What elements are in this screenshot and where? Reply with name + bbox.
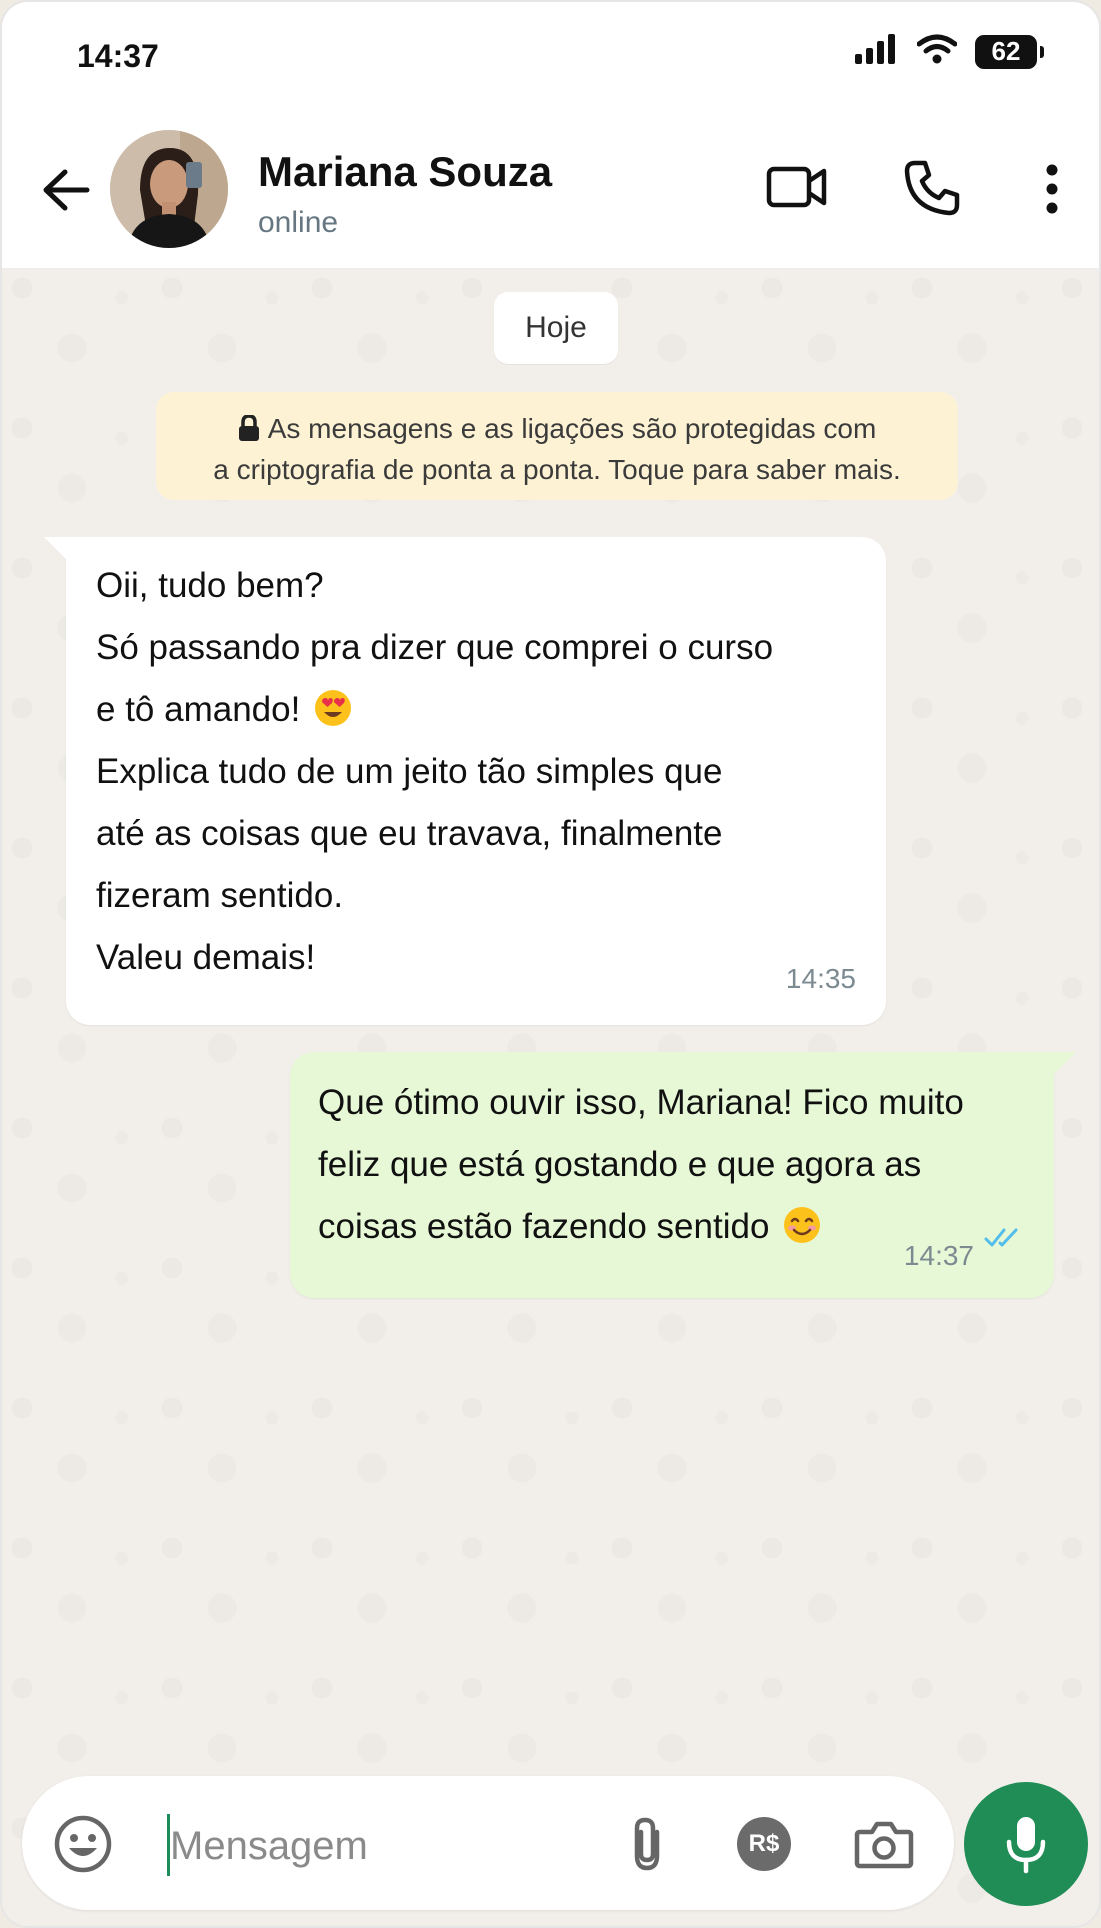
wifi-icon [916, 34, 958, 69]
status-bar-icons: 62 [855, 34, 1044, 69]
message-input[interactable] [170, 1816, 590, 1876]
message-line: Só passando pra dizer que comprei o curs… [96, 628, 774, 667]
battery-icon: 62 [975, 34, 1044, 69]
message-composer: R$ [22, 1776, 954, 1910]
outgoing-message[interactable]: Que ótimo ouvir isso, Mariana! Fico muit… [290, 1052, 1076, 1298]
message-timestamp: 14:35 [785, 963, 856, 994]
video-call-icon [766, 166, 827, 208]
contact-avatar[interactable] [110, 130, 228, 248]
contact-name[interactable]: Mariana Souza [258, 148, 552, 196]
phone-screen: 14:37 62 Mariana Souza online Hoje As me… [0, 0, 1101, 1928]
incoming-message[interactable]: Oii, tudo bem? Só passando pra dizer que… [44, 537, 886, 1025]
attach-button[interactable] [622, 1814, 672, 1874]
double-check-read-icon [984, 1208, 1024, 1270]
camera-button[interactable] [852, 1814, 916, 1874]
message-timestamp: 14:37 [903, 1240, 974, 1271]
encryption-notice-line2: a criptografia de ponta a ponta. Toque p… [213, 454, 901, 485]
chat-header: 14:37 62 Mariana Souza online [2, 2, 1099, 269]
battery-level: 62 [991, 36, 1021, 66]
payment-button[interactable]: R$ [734, 1816, 794, 1872]
message-text: coisas estão fazendo sentido [318, 1207, 770, 1246]
message-line: e tô amando! [96, 679, 856, 741]
more-vertical-icon [1046, 164, 1058, 214]
message-line: fizeram sentido. [96, 876, 344, 915]
back-button[interactable] [38, 162, 94, 218]
heart-eyes-emoji-icon [314, 685, 352, 726]
voice-call-button[interactable] [900, 156, 964, 220]
signal-icon [855, 34, 899, 69]
more-options-button[interactable] [1032, 160, 1072, 218]
date-separator: Hoje [494, 292, 618, 364]
message-line: feliz que está gostando e que agora as [318, 1145, 922, 1184]
voice-message-button[interactable] [964, 1782, 1088, 1906]
message-line: Valeu demais! [96, 938, 316, 977]
encryption-text-1: As mensagens e as ligações são protegida… [267, 413, 877, 444]
message-line: até as coisas que eu travava, finalmente [96, 814, 723, 853]
encryption-notice[interactable]: As mensagens e as ligações são protegida… [156, 392, 958, 500]
encryption-notice-line1: As mensagens e as ligações são protegida… [180, 410, 934, 451]
emoji-button[interactable] [52, 1813, 114, 1875]
payment-icon: R$ [737, 1817, 791, 1871]
microphone-icon [1006, 1817, 1046, 1874]
message-line: Que ótimo ouvir isso, Mariana! Fico muit… [318, 1083, 964, 1122]
camera-icon [854, 1821, 914, 1869]
status-bar-time: 14:37 [77, 38, 159, 74]
emoji-icon [54, 1815, 112, 1873]
message-line: Oii, tudo bem? [96, 566, 324, 605]
video-call-button[interactable] [762, 158, 832, 216]
contact-status: online [258, 206, 339, 239]
paperclip-icon [634, 1817, 660, 1871]
message-text: e tô amando! [96, 690, 301, 729]
lock-icon [238, 413, 260, 451]
phone-icon [904, 160, 960, 216]
back-arrow-icon [43, 169, 90, 211]
message-line: Explica tudo de um jeito tão simples que [96, 752, 723, 791]
smiling-emoji-icon [783, 1202, 821, 1243]
